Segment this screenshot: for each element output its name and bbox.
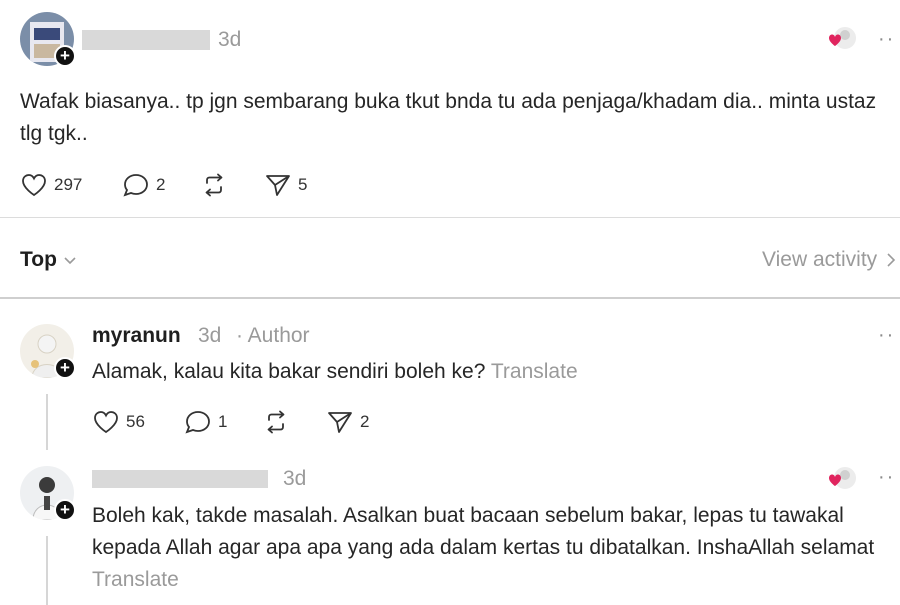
reply-count: 1 bbox=[218, 412, 228, 431]
repost-icon bbox=[205, 173, 223, 197]
more-options-icon[interactable]: ·· bbox=[878, 466, 895, 489]
comment-author-avatar[interactable]: + bbox=[20, 324, 76, 379]
chevron-right-icon bbox=[887, 253, 896, 267]
redacted-username bbox=[92, 470, 268, 488]
share-count: 5 bbox=[298, 175, 308, 194]
sort-label: Top bbox=[20, 248, 57, 271]
post-text: Wafak biasanya.. tp jgn sembarang buka t… bbox=[20, 90, 877, 145]
sort-dropdown[interactable]: Top bbox=[20, 248, 77, 272]
like-button[interactable]: 56 bbox=[92, 409, 145, 435]
comment-text-row: Boleh kak, takde masalah. Asalkan buat b… bbox=[92, 500, 892, 596]
like-count: 56 bbox=[126, 412, 145, 431]
send-icon bbox=[266, 175, 290, 196]
follow-plus-icon[interactable]: + bbox=[54, 357, 76, 379]
comment-icon bbox=[185, 411, 210, 434]
reply-button[interactable]: 2 bbox=[122, 172, 165, 198]
comment-text-row: Alamak, kalau kita bakar sendiri boleh k… bbox=[92, 356, 892, 388]
like-button[interactable]: 297 bbox=[20, 172, 82, 198]
liked-by-avatars[interactable] bbox=[820, 24, 860, 54]
liked-by-avatars[interactable] bbox=[820, 464, 860, 494]
like-count: 297 bbox=[54, 175, 83, 194]
post-author-avatar[interactable]: + bbox=[20, 12, 76, 67]
thread-line bbox=[46, 394, 48, 450]
reply-button[interactable]: 1 bbox=[184, 409, 227, 435]
redacted-username bbox=[82, 30, 210, 50]
repost-button[interactable] bbox=[262, 409, 290, 435]
reply-count: 2 bbox=[156, 175, 166, 194]
author-tag: · Author bbox=[236, 324, 310, 347]
comment-text: Boleh kak, takde masalah. Asalkan buat b… bbox=[92, 504, 875, 559]
repost-icon bbox=[267, 410, 285, 434]
heart-icon bbox=[22, 174, 46, 197]
view-activity-link[interactable]: View activity bbox=[762, 248, 900, 272]
repost-button[interactable] bbox=[200, 172, 228, 198]
chevron-down-icon bbox=[64, 257, 76, 265]
comment-time: 3d bbox=[198, 324, 222, 347]
share-button[interactable]: 5 bbox=[264, 172, 307, 198]
comment-time: 3d bbox=[283, 467, 307, 490]
divider bbox=[0, 217, 900, 218]
translate-link[interactable]: Translate bbox=[491, 360, 578, 383]
more-options-icon[interactable]: ·· bbox=[878, 28, 895, 51]
translate-link[interactable]: Translate bbox=[92, 568, 179, 591]
heart-icon bbox=[94, 411, 118, 434]
follow-plus-icon[interactable]: + bbox=[54, 45, 76, 67]
post-time: 3d bbox=[218, 28, 242, 51]
share-count: 2 bbox=[360, 412, 370, 431]
thread-line bbox=[46, 536, 48, 605]
divider bbox=[0, 297, 900, 299]
comment-icon bbox=[123, 174, 148, 197]
more-options-icon[interactable]: ·· bbox=[878, 324, 895, 347]
send-icon bbox=[328, 412, 352, 433]
share-button[interactable]: 2 bbox=[326, 409, 369, 435]
view-activity-label: View activity bbox=[762, 248, 878, 271]
follow-plus-icon[interactable]: + bbox=[54, 499, 76, 521]
comment-username[interactable]: myranun bbox=[92, 324, 181, 348]
comment-text: Alamak, kalau kita bakar sendiri boleh k… bbox=[92, 360, 486, 383]
comment-author-avatar[interactable]: + bbox=[20, 466, 76, 521]
